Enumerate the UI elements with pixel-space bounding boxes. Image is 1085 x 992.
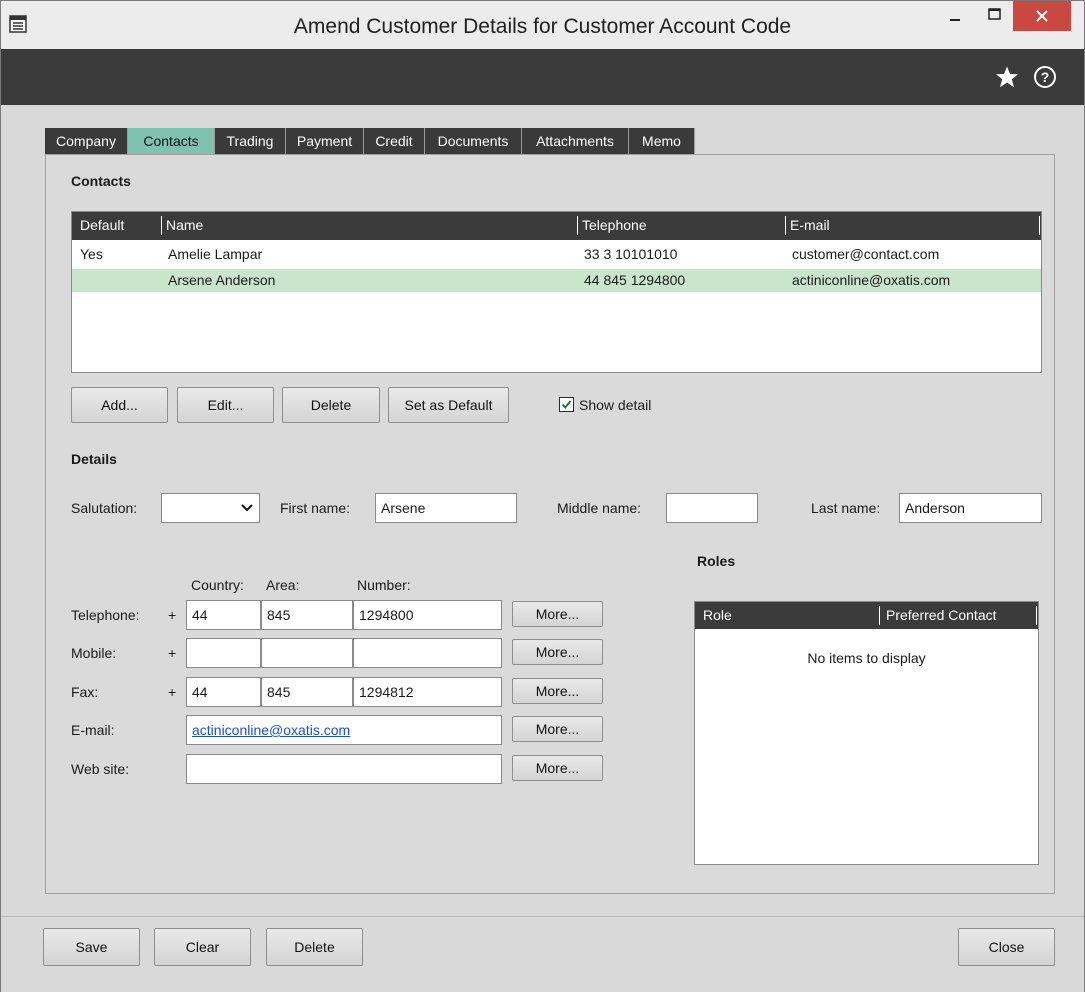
roles-section-title: Roles xyxy=(697,553,736,569)
tab-company[interactable]: Company xyxy=(45,128,128,154)
fax-country-field[interactable]: 44 xyxy=(186,677,261,707)
tab-attachments[interactable]: Attachments xyxy=(522,128,629,154)
close-button[interactable]: Close xyxy=(958,928,1055,966)
column-divider[interactable] xyxy=(1036,606,1037,625)
roles-table-header: Role Preferred Contact xyxy=(695,602,1038,629)
fax-more-button[interactable]: More... xyxy=(512,678,603,704)
salutation-select[interactable] xyxy=(161,493,260,523)
fax-area-field[interactable]: 845 xyxy=(261,677,353,707)
last-name-label: Last name: xyxy=(811,500,881,516)
column-header-default[interactable]: Default xyxy=(80,217,124,233)
toolbar: ? xyxy=(1,49,1084,105)
website-label: Web site: xyxy=(71,761,130,777)
column-header-email[interactable]: E-mail xyxy=(790,217,830,233)
checkmark-icon xyxy=(561,400,572,410)
column-header-preferred-contact[interactable]: Preferred Contact xyxy=(886,607,997,623)
salutation-label: Salutation: xyxy=(71,500,138,516)
last-name-field[interactable]: Anderson xyxy=(899,493,1042,523)
fax-label: Fax: xyxy=(71,684,99,700)
telephone-area-field[interactable]: 845 xyxy=(261,600,353,630)
telephone-label: Telephone: xyxy=(71,607,140,623)
mobile-area-field[interactable] xyxy=(261,638,353,668)
tab-trading[interactable]: Trading xyxy=(215,128,286,154)
cell-default: Yes xyxy=(80,246,103,262)
title-bar: Amend Customer Details for Customer Acco… xyxy=(1,1,1084,50)
email-label: E-mail: xyxy=(71,722,115,738)
table-row[interactable]: Arsene Anderson 44 845 1294800 actinicon… xyxy=(72,269,1041,292)
first-name-field[interactable]: Arsene xyxy=(375,493,517,523)
column-header-name[interactable]: Name xyxy=(166,217,203,233)
plus-sign: + xyxy=(168,607,177,623)
column-header-telephone[interactable]: Telephone xyxy=(582,217,647,233)
star-icon[interactable] xyxy=(995,65,1019,89)
column-divider[interactable] xyxy=(785,216,786,235)
maximize-icon xyxy=(988,8,1001,20)
minimize-icon xyxy=(950,19,960,21)
cell-name: Arsene Anderson xyxy=(168,272,276,288)
dialog-window: Amend Customer Details for Customer Acco… xyxy=(0,0,1085,992)
svg-text:?: ? xyxy=(1041,69,1050,85)
contacts-section-title: Contacts xyxy=(71,173,131,189)
fax-number-field[interactable]: 1294812 xyxy=(353,677,502,707)
email-more-button[interactable]: More... xyxy=(512,716,603,742)
mobile-more-button[interactable]: More... xyxy=(512,639,603,665)
roles-empty-message: No items to display xyxy=(807,650,926,666)
column-divider[interactable] xyxy=(1039,216,1040,235)
country-code-header: Country: xyxy=(191,577,244,593)
chevron-down-icon xyxy=(241,504,253,512)
set-default-button[interactable]: Set as Default xyxy=(388,387,509,423)
tab-payment[interactable]: Payment xyxy=(286,128,364,154)
window-title: Amend Customer Details for Customer Acco… xyxy=(293,15,792,38)
contacts-table: Default Name Telephone E-mail Yes Amelie… xyxy=(71,211,1042,373)
minimize-button[interactable] xyxy=(933,1,977,31)
area-code-header: Area: xyxy=(266,577,300,593)
details-section-title: Details xyxy=(71,451,117,467)
telephone-number-field[interactable]: 1294800 xyxy=(353,600,502,630)
column-divider[interactable] xyxy=(879,606,880,625)
close-icon xyxy=(1036,10,1048,22)
tab-contacts[interactable]: Contacts xyxy=(128,128,215,154)
middle-name-label: Middle name: xyxy=(557,500,642,516)
table-row[interactable]: Yes Amelie Lampar 33 3 10101010 customer… xyxy=(72,243,1041,266)
cell-telephone: 44 845 1294800 xyxy=(584,272,686,288)
telephone-country-field[interactable]: 44 xyxy=(186,600,261,630)
website-more-button[interactable]: More... xyxy=(512,755,603,781)
delete-contact-button[interactable]: Delete xyxy=(282,387,380,423)
mobile-number-field[interactable] xyxy=(353,638,502,668)
clear-button[interactable]: Clear xyxy=(154,928,251,966)
middle-name-field[interactable] xyxy=(666,493,758,523)
tab-memo[interactable]: Memo xyxy=(629,128,695,154)
column-divider[interactable] xyxy=(161,216,162,235)
telephone-more-button[interactable]: More... xyxy=(512,601,603,627)
mobile-label: Mobile: xyxy=(71,645,117,661)
cell-name: Amelie Lampar xyxy=(168,246,263,262)
save-button[interactable]: Save xyxy=(43,928,140,966)
contacts-table-header: Default Name Telephone E-mail xyxy=(72,212,1041,240)
cell-telephone: 33 3 10101010 xyxy=(584,246,678,262)
mobile-country-field[interactable] xyxy=(186,638,261,668)
maximize-button[interactable] xyxy=(977,1,1013,31)
cell-email: customer@contact.com xyxy=(792,246,940,262)
plus-sign: + xyxy=(168,645,177,661)
first-name-label: First name: xyxy=(280,500,351,516)
tab-credit[interactable]: Credit xyxy=(364,128,425,154)
website-field[interactable] xyxy=(186,754,502,784)
tab-documents[interactable]: Documents xyxy=(425,128,522,154)
show-detail-label[interactable]: Show detail xyxy=(579,397,651,413)
add-contact-button[interactable]: Add... xyxy=(71,387,168,423)
show-detail-checkbox[interactable] xyxy=(559,397,574,412)
plus-sign: + xyxy=(168,684,177,700)
number-header: Number: xyxy=(357,577,411,593)
help-icon[interactable]: ? xyxy=(1033,65,1057,89)
edit-contact-button[interactable]: Edit... xyxy=(177,387,274,423)
delete-button[interactable]: Delete xyxy=(266,928,363,966)
close-window-button[interactable] xyxy=(1013,1,1071,31)
email-field[interactable]: actiniconline@oxatis.com xyxy=(186,715,502,745)
cell-email: actiniconline@oxatis.com xyxy=(792,272,951,288)
column-divider[interactable] xyxy=(577,216,578,235)
column-header-role[interactable]: Role xyxy=(703,607,732,623)
roles-table: Role Preferred Contact No items to displ… xyxy=(694,601,1039,865)
